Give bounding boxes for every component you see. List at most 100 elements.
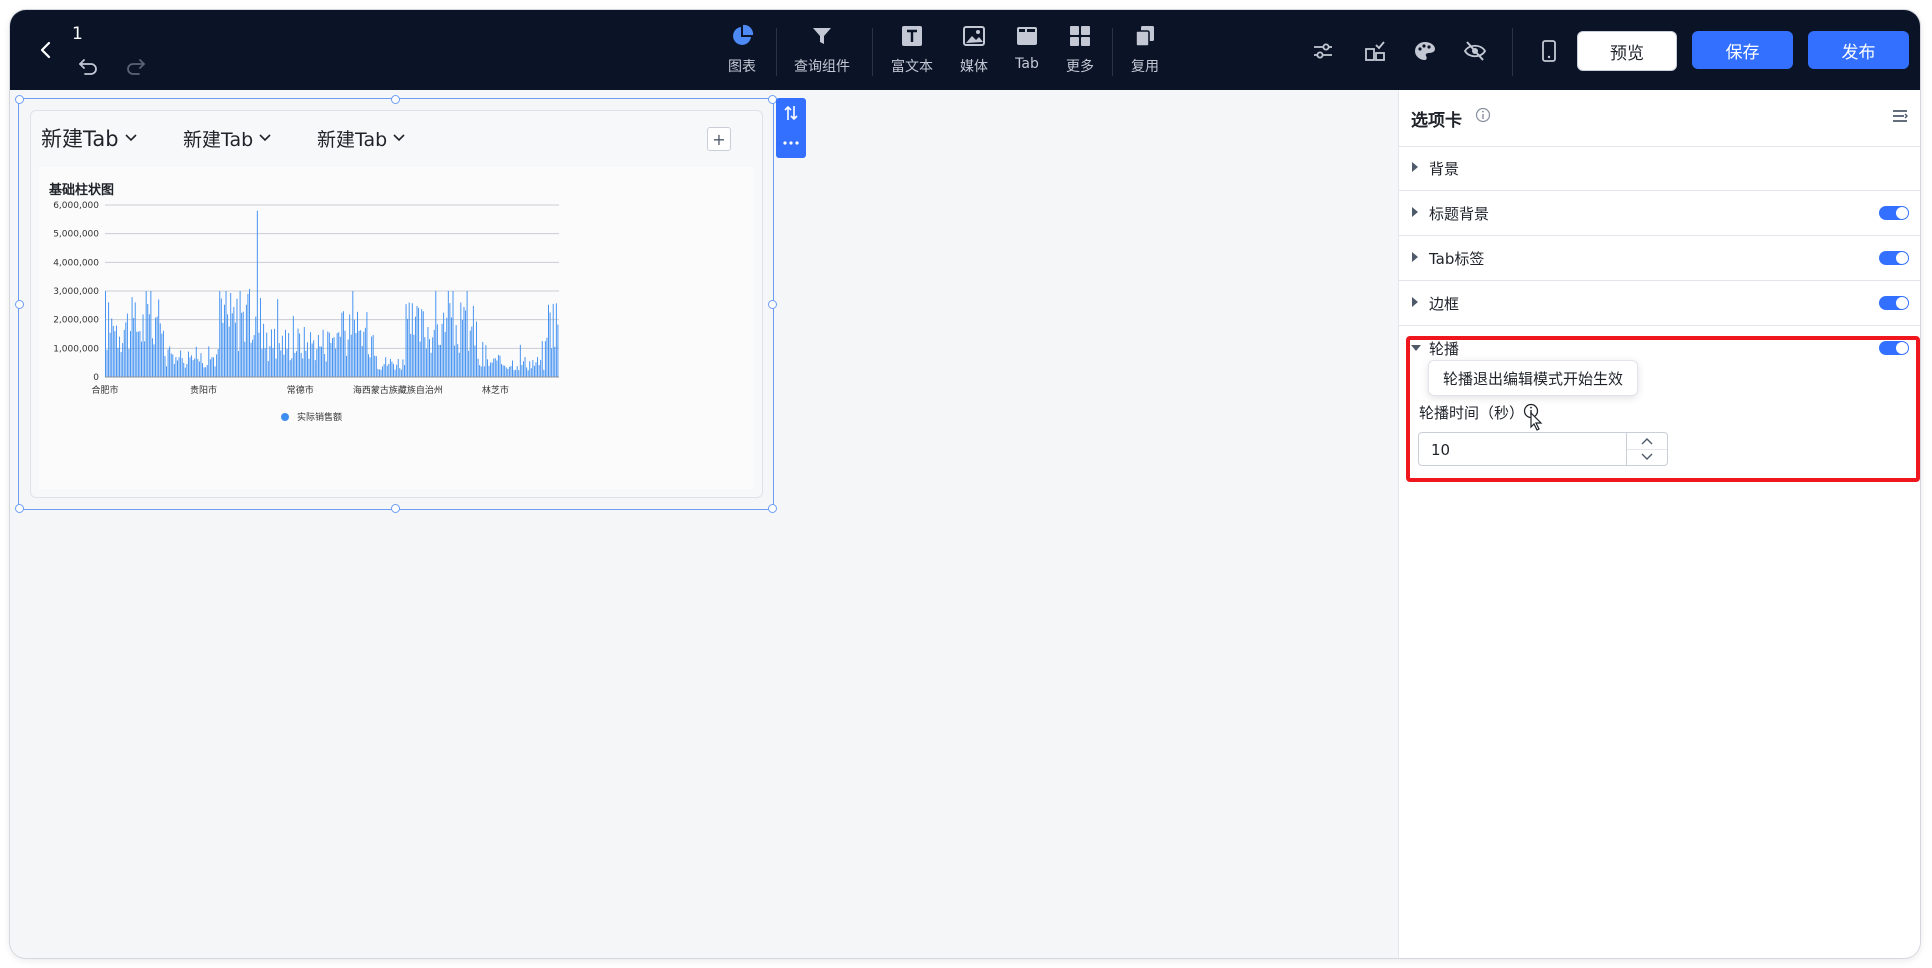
bar (183, 362, 185, 377)
increment-button[interactable] (1627, 433, 1667, 450)
tab-item-1[interactable]: 新建Tab (41, 121, 137, 155)
bar (457, 344, 459, 377)
settings-sliders-button[interactable] (1308, 36, 1338, 66)
preview-button[interactable]: 预览 (1577, 31, 1677, 71)
carousel-time-input[interactable] (1418, 432, 1668, 466)
bar (322, 329, 324, 377)
resize-handle[interactable] (391, 95, 400, 104)
bar (452, 291, 454, 377)
bar (234, 322, 236, 377)
palette-icon (1415, 42, 1435, 60)
resize-handle[interactable] (15, 504, 24, 513)
legend-label: 实际销售额 (297, 411, 342, 423)
bar (502, 365, 504, 377)
collapse-panel-icon[interactable] (1891, 108, 1909, 124)
chevron-down-icon[interactable] (124, 134, 137, 142)
bar (421, 309, 423, 377)
bar (389, 359, 391, 377)
title-background-toggle[interactable] (1879, 206, 1909, 220)
bar (515, 369, 517, 377)
document-title[interactable]: 1 (72, 24, 83, 44)
publish-button[interactable]: 发布 (1808, 31, 1909, 69)
tool-more[interactable]: 更多 (1064, 22, 1096, 82)
decrement-button[interactable] (1627, 449, 1667, 465)
carousel-time-field[interactable] (1429, 438, 1623, 462)
carousel-toggle[interactable] (1879, 341, 1909, 355)
bar (187, 351, 189, 377)
tab-item-3[interactable]: 新建Tab (317, 121, 405, 155)
bar (206, 364, 208, 377)
bar (242, 311, 244, 377)
tool-rich-text[interactable]: 富文本 (888, 22, 936, 82)
add-tab-button[interactable]: + (707, 127, 731, 151)
bar (162, 330, 164, 377)
bar (228, 326, 230, 377)
y-tick-label: 1,000,000 (53, 344, 99, 354)
chevron-down-icon[interactable] (259, 134, 271, 142)
swap-button[interactable] (776, 98, 806, 128)
bar (106, 349, 108, 377)
section-tab-label[interactable]: Tab标签 (1399, 236, 1920, 281)
layout-check-button[interactable] (1360, 36, 1390, 66)
bar-chart-card[interactable]: 基础柱状图 0 1,000,000 2,000,000 3,000,000 4,000,… (39, 167, 754, 489)
tab-label: 新建Tab (183, 128, 254, 151)
bar (352, 291, 354, 377)
bar (369, 357, 371, 377)
bar (222, 322, 224, 377)
chevron-down-icon[interactable] (393, 134, 405, 142)
bar (407, 318, 409, 377)
resize-handle[interactable] (768, 300, 777, 309)
info-icon[interactable] (1475, 107, 1491, 123)
bar (173, 364, 175, 377)
tab-bar: 新建Tab 新建Tab 新建Tab + (31, 111, 762, 163)
redo-button[interactable] (122, 52, 150, 80)
caret-right-icon (1412, 207, 1418, 217)
tool-query-component[interactable]: 查询组件 (792, 22, 852, 82)
mobile-view-button[interactable] (1534, 36, 1564, 66)
tab-label-toggle[interactable] (1879, 251, 1909, 265)
bar (181, 358, 183, 377)
resize-handle[interactable] (15, 95, 24, 104)
theme-palette-button[interactable] (1410, 36, 1440, 66)
tool-media[interactable]: 媒体 (958, 22, 990, 82)
tool-tab[interactable]: Tab (1010, 22, 1044, 82)
bar (117, 347, 119, 377)
section-title-background[interactable]: 标题背景 (1399, 191, 1920, 236)
bar (355, 333, 357, 377)
hide-toggle-button[interactable] (1460, 36, 1490, 66)
bar (405, 304, 407, 377)
border-toggle[interactable] (1879, 296, 1909, 310)
back-button[interactable] (28, 32, 64, 68)
section-border[interactable]: 边框 (1399, 281, 1920, 326)
dashboard-canvas[interactable]: 新建Tab 新建Tab 新建Tab + 基础柱状图 0 1,000,000 2,… (10, 90, 1398, 958)
undo-button[interactable] (74, 52, 102, 80)
bar (209, 359, 211, 377)
more-options-button[interactable] (776, 128, 806, 158)
bar (454, 345, 456, 377)
eye-off-icon (1463, 41, 1487, 61)
bar (203, 367, 205, 377)
save-button[interactable]: 保存 (1692, 31, 1793, 69)
tab-widget[interactable]: 新建Tab 新建Tab 新建Tab + 基础柱状图 0 1,000,000 2,… (15, 95, 777, 513)
chevron-up-icon (1641, 438, 1653, 445)
bar (368, 354, 369, 377)
section-background[interactable]: 背景 (1399, 146, 1920, 191)
bar (349, 314, 351, 377)
bar (274, 328, 276, 377)
tool-chart[interactable]: 图表 (724, 22, 760, 82)
resize-handle[interactable] (15, 300, 24, 309)
tool-reuse[interactable]: 复用 (1128, 22, 1162, 82)
bar (119, 336, 121, 377)
bar (441, 323, 443, 377)
bar (411, 303, 413, 377)
bar (443, 312, 445, 377)
bar (425, 348, 427, 377)
bar (465, 310, 467, 377)
tab-item-2[interactable]: 新建Tab (183, 121, 271, 155)
mobile-icon (1542, 40, 1556, 62)
toolbar-divider (776, 28, 777, 76)
resize-handle[interactable] (391, 504, 400, 513)
bar (388, 364, 390, 377)
resize-handle[interactable] (768, 504, 777, 513)
pie-chart-icon (728, 22, 756, 50)
